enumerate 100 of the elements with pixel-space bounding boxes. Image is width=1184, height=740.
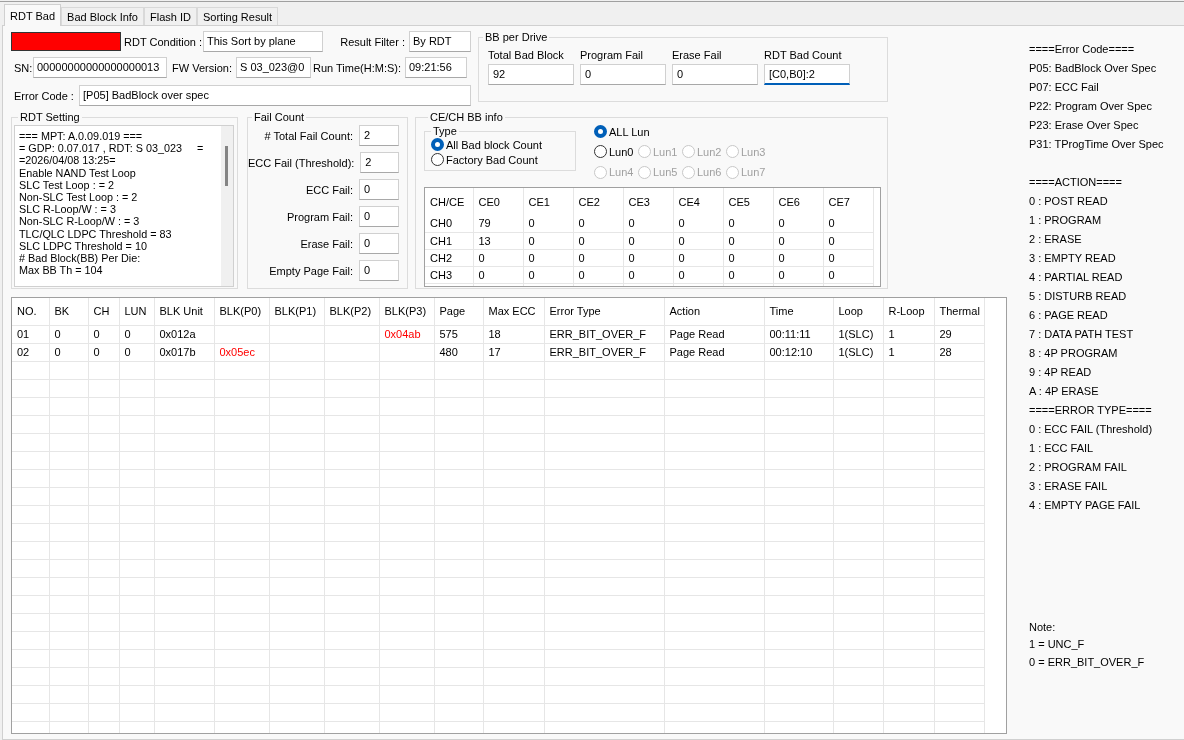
group-title: Fail Count — [253, 111, 306, 123]
legend-line: 8 : 4P PROGRAM — [1029, 346, 1119, 361]
column-header: BLK(P0) — [214, 298, 269, 325]
table-cell: CH3 — [425, 266, 473, 283]
legend-line: P05: BadBlock Over Spec — [1029, 61, 1158, 76]
filter-label: Result Filter : — [339, 35, 406, 48]
legend-line: P22: Program Over Spec — [1029, 99, 1153, 114]
table-cell: ERR_BIT_OVER_F — [544, 325, 664, 343]
legend-line: 4 : EMPTY PAGE FAIL — [1029, 498, 1142, 513]
radio-button[interactable]: Factory Bad Count — [431, 152, 575, 167]
column-header: Time — [764, 298, 833, 325]
table-cell: 00:11:11 — [764, 325, 833, 343]
count-field[interactable]: 2 — [359, 125, 399, 146]
table-cell: Page Read — [664, 325, 764, 343]
column-header: CE2 — [573, 188, 623, 215]
legend-line: 1 : ECC FAIL — [1029, 441, 1095, 456]
table-cell: 0x05ec — [214, 343, 269, 361]
table-cell: 0 — [773, 215, 823, 232]
table-cell: CH1 — [425, 232, 473, 249]
column-header: Page — [434, 298, 483, 325]
filter-field[interactable]: By RDT — [409, 31, 471, 52]
table-cell: 0 — [723, 232, 773, 249]
count-field[interactable]: 92 — [488, 64, 574, 85]
group-title: RDT Setting — [19, 111, 81, 123]
table-cell: 575 — [434, 325, 483, 343]
column-header: BLK Unit — [154, 298, 214, 325]
count-field[interactable]: 0 — [359, 233, 399, 254]
fw-version-field[interactable]: S 03_023@0 — [236, 57, 311, 78]
field-label: Erase Fail — [672, 49, 723, 61]
table-cell: 0 — [49, 325, 88, 343]
legend-line: 3 : EMPTY READ — [1029, 251, 1117, 266]
table-cell: 0 — [723, 249, 773, 266]
field-label: ECC Fail (Threshold): — [248, 156, 355, 169]
column-header: NO. — [12, 298, 49, 325]
tab[interactable]: Flash ID — [144, 7, 197, 25]
radio-button[interactable]: All Bad block Count — [431, 137, 575, 152]
table-cell: 0 — [623, 249, 673, 266]
settings-text-area[interactable] — [14, 125, 234, 287]
field-label: Program Fail — [580, 49, 644, 61]
legend-line: 7 : DATA PATH TEST — [1029, 327, 1135, 342]
table-cell: 0 — [573, 266, 623, 283]
tab[interactable]: RDT Bad — [4, 4, 62, 26]
count-field[interactable]: 0 — [359, 206, 399, 227]
table-cell: CH2 — [425, 249, 473, 266]
table-cell: 0 — [623, 232, 673, 249]
table-cell: 29 — [934, 325, 984, 343]
column-header: CE4 — [673, 188, 723, 215]
column-header: Max ECC — [483, 298, 544, 325]
table-cell: 0 — [673, 249, 723, 266]
column-header: Thermal — [934, 298, 984, 325]
group-title: BB per Drive — [484, 31, 549, 43]
tab[interactable]: Bad Block Info — [61, 7, 144, 25]
table-cell: 1(SLC) — [833, 343, 883, 361]
column-header: LUN — [119, 298, 154, 325]
field-label: Empty Page Fail: — [269, 264, 353, 277]
field-label: Program Fail: — [286, 210, 353, 223]
run-time-field[interactable]: 09:21:56 — [405, 57, 467, 78]
condition-field[interactable]: This Sort by plane — [203, 31, 323, 52]
table-cell: Page Read — [664, 343, 764, 361]
column-header: BK — [49, 298, 88, 325]
table-cell: 0 — [473, 249, 523, 266]
table-cell: 0 — [523, 232, 573, 249]
tab[interactable]: Sorting Result — [196, 7, 279, 25]
legend-line: 2 : PROGRAM FAIL — [1029, 460, 1128, 475]
table-cell: 0 — [823, 266, 873, 283]
scrollbar[interactable] — [221, 126, 233, 286]
radio-button[interactable]: Lun0 — [594, 143, 638, 161]
legend-line: 0 : ECC FAIL (Threshold) — [1029, 422, 1154, 437]
table-cell: 0 — [823, 232, 873, 249]
table-cell: 0 — [523, 249, 573, 266]
table-cell: 0x017b — [154, 343, 214, 361]
note-line: Note: — [1029, 619, 1057, 635]
group-title: Type — [432, 125, 458, 137]
table-cell: 0 — [119, 325, 154, 343]
column-header: CE0 — [473, 188, 523, 215]
error-code-field[interactable]: [P05] BadBlock over spec — [79, 85, 471, 106]
column-header: CE1 — [523, 188, 573, 215]
field-label: Erase Fail: — [300, 237, 353, 250]
table-cell: 18 — [483, 325, 544, 343]
table-cell: 0 — [573, 232, 623, 249]
column-header: BLK(P3) — [379, 298, 434, 325]
count-field[interactable]: [C0,B0]:2 — [764, 64, 850, 85]
radio-button[interactable]: ALL Lun — [594, 123, 650, 141]
count-field[interactable]: 0 — [672, 64, 758, 85]
table-cell: 0 — [119, 343, 154, 361]
table-cell: 0 — [88, 343, 119, 361]
table-cell: 0 — [673, 266, 723, 283]
sn-field[interactable]: 00000000000000000013 — [33, 57, 167, 78]
settings-text: === MPT: A.0.09.019 === = GDP: 0.07.017 , RDT: S 03_023 = =2026/04/08 13:25= Enable NAND Test Loop SLC Test Loop : = 2 Non-SLC Test Loop : = 2 SLC R-Loop/W : = 3 Non-SLC R-Loop/W : = 3 TLC/QLC LDPC Threshold = 83 SLC LDPC Threshold = 10 # Bad Block(BB) Per Die: Max BB Th = 104 — [18, 129, 205, 279]
count-field[interactable]: 0 — [359, 260, 399, 281]
count-field[interactable]: 2 — [360, 152, 399, 173]
field-label: RDT Bad Count — [764, 49, 843, 61]
group-title: CE/CH BB info — [429, 111, 504, 123]
legend-line: 5 : DISTURB READ — [1029, 289, 1128, 304]
count-field[interactable]: 0 — [359, 179, 399, 200]
legend-line: ====Error Code==== — [1029, 42, 1136, 57]
count-field[interactable]: 0 — [580, 64, 666, 85]
legend-line: ====ERROR TYPE==== — [1029, 403, 1153, 418]
legend-line: 6 : PAGE READ — [1029, 308, 1109, 323]
table-cell: 28 — [934, 343, 984, 361]
